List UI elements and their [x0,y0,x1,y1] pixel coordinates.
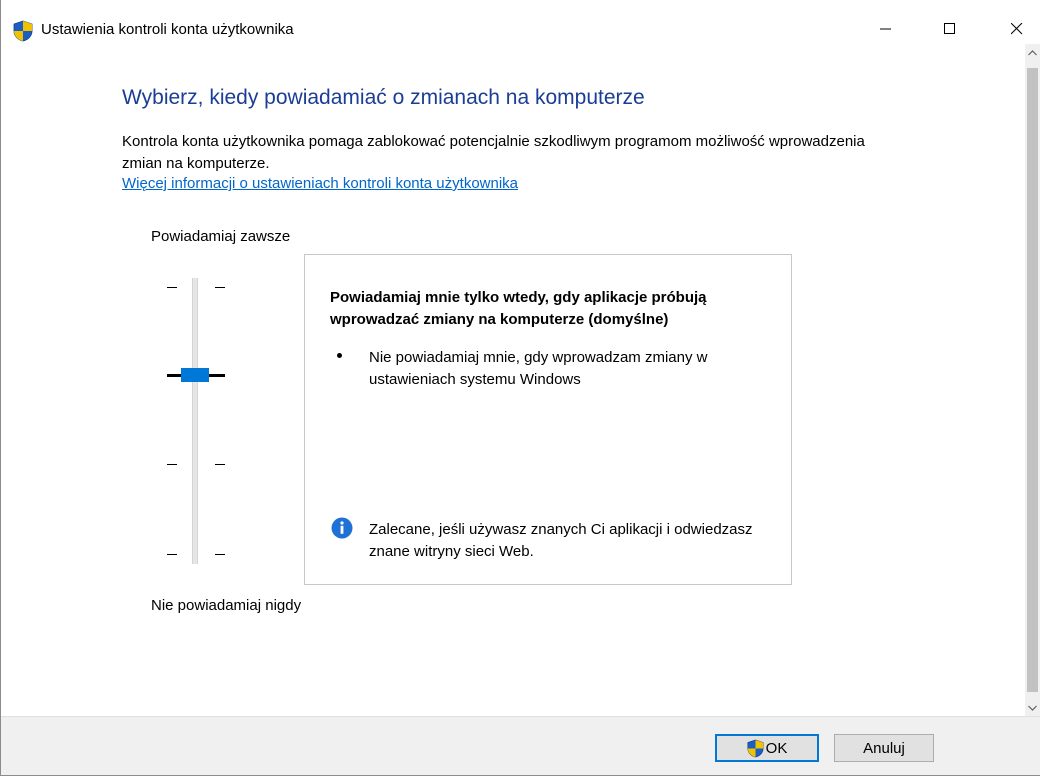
description-text: Kontrola konta użytkownika pomaga zablok… [122,133,865,172]
minimize-icon [880,28,891,30]
page-heading: Wybierz, kiedy powiadamiać o zmianach na… [122,86,645,109]
slider-tick-left [167,374,181,377]
recommendation-text: Zalecane, jeśli używasz znanych Ci aplik… [369,521,753,560]
minimize-button[interactable] [863,12,909,46]
slider-thumb[interactable] [181,368,209,382]
scroll-up-button[interactable] [1025,44,1040,61]
scroll-down-button[interactable] [1025,699,1040,716]
level-description-box: Powiadamiaj mnie tylko wtedy, gdy aplika… [304,254,792,585]
slider-tick-right [215,554,225,555]
more-info-link[interactable]: Więcej informacji o ustawieniach kontrol… [122,175,518,192]
dialog-footer: OK Anuluj [1,716,1040,775]
ok-button-label: OK [765,739,788,757]
slider-tick-right [209,374,225,377]
title-bar: Ustawienia kontroli konta użytkownika [1,0,1040,44]
notification-level-slider[interactable] [161,278,233,564]
maximize-icon [944,23,955,34]
slider-top-label: Powiadamiaj zawsze [151,228,291,245]
vertical-scrollbar[interactable] [1025,44,1040,716]
scrollbar-thumb[interactable] [1027,68,1038,692]
maximize-button[interactable] [927,12,973,46]
ok-button[interactable]: OK [715,734,819,762]
slider-track[interactable] [192,278,198,564]
close-button[interactable] [994,12,1040,46]
window-title: Ustawienia kontroli konta użytkownika [41,21,294,38]
chevron-down-icon [1028,705,1037,711]
uac-shield-icon [13,20,33,42]
chevron-up-icon [1028,49,1037,55]
uac-shield-icon [747,739,764,757]
level-title: Powiadamiaj mnie tylko wtedy, gdy aplika… [330,289,707,328]
slider-bottom-label: Nie powiadamiaj nigdy [151,597,302,614]
slider-tick-right [215,464,225,465]
close-icon [1011,23,1023,35]
slider-tick-left [167,464,177,465]
slider-tick-left [167,287,177,288]
slider-tick-left [167,554,177,555]
bullet-icon [337,353,342,358]
cancel-button[interactable]: Anuluj [834,734,934,762]
slider-tick-right [215,287,225,288]
uac-settings-window: Ustawienia kontroli konta użytkownika Wy… [0,0,1040,776]
info-icon [331,517,353,539]
cancel-button-label: Anuluj [863,739,905,757]
level-bullet-text: Nie powiadamiaj mnie, gdy wprowadzam zmi… [369,349,708,388]
